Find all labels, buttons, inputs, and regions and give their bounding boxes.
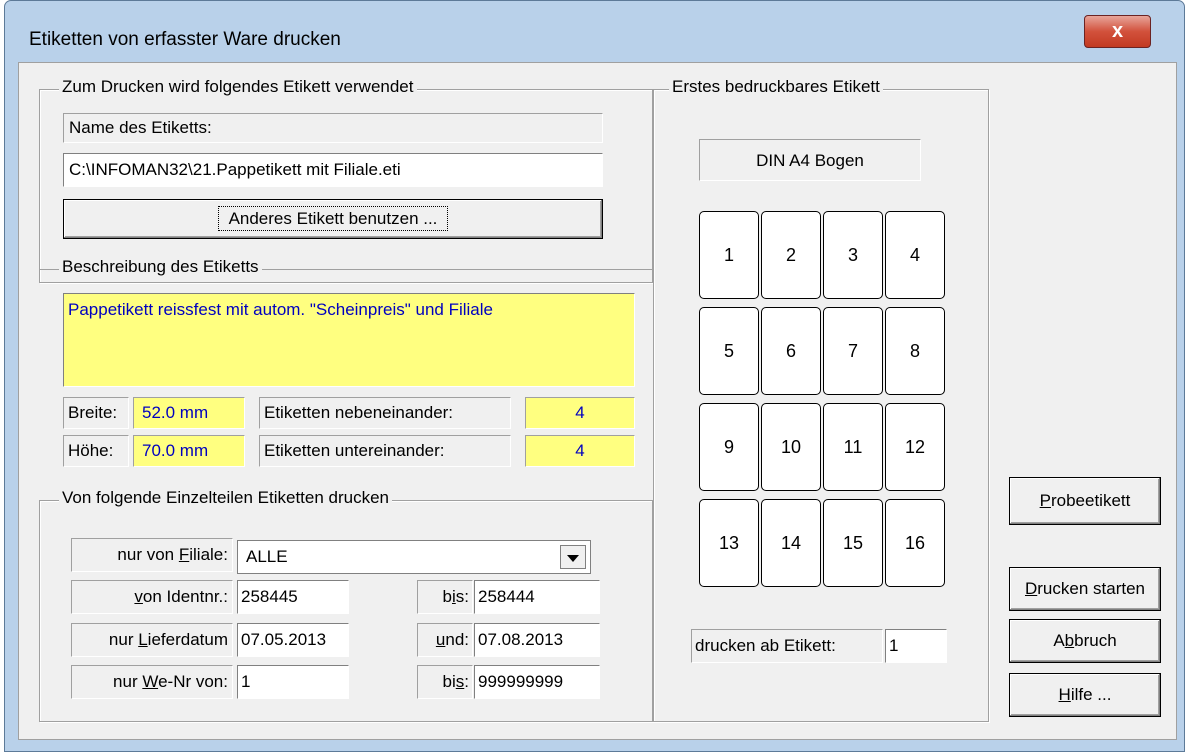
height-value: 70.0 mm (133, 435, 245, 467)
label-cell[interactable]: 16 (885, 499, 945, 587)
label-cell[interactable]: 6 (761, 307, 821, 395)
across-label: Etiketten nebeneinander: (259, 397, 511, 429)
label-cell[interactable]: 2 (761, 211, 821, 299)
label-name-caption: Name des Etiketts: (63, 113, 603, 143)
label-cell[interactable]: 7 (823, 307, 883, 395)
label-cell[interactable]: 14 (761, 499, 821, 587)
label-group-legend: Zum Drucken wird folgendes Etikett verwe… (59, 77, 417, 97)
print-button-label: Drucken starten (1024, 579, 1145, 598)
date-label: nur Lieferdatum (71, 623, 233, 657)
branch-select[interactable]: ALLE (237, 540, 591, 574)
change-label-button[interactable]: Anderes Etikett benutzen ... (63, 199, 603, 239)
date-and-label: und: (417, 623, 473, 657)
test-label-button-label: Probeetikett (1039, 491, 1131, 510)
id-label: von Identnr.: (71, 580, 233, 614)
close-icon: x (1111, 20, 1124, 42)
label-cell[interactable]: 1 (699, 211, 759, 299)
down-value: 4 (525, 435, 635, 467)
height-label: Höhe: (63, 435, 129, 467)
chevron-down-icon (567, 555, 579, 562)
width-value: 52.0 mm (133, 397, 245, 429)
print-button[interactable]: Drucken starten (1009, 567, 1161, 611)
label-name-field[interactable]: C:\INFOMAN32\21.Pappetikett mit Filiale.… (63, 153, 603, 187)
label-grid: 1 2 3 4 5 6 7 8 9 10 11 12 13 14 15 16 (699, 211, 947, 589)
close-button[interactable]: x (1084, 15, 1151, 48)
sheet-format: DIN A4 Bogen (699, 139, 921, 181)
label-cell[interactable]: 13 (699, 499, 759, 587)
window-title: Etiketten von erfasster Ware drucken (29, 29, 341, 50)
help-button[interactable]: Hilfe ... (1009, 673, 1161, 717)
sheet-group-legend: Erstes bedruckbares Etikett (669, 77, 883, 97)
cancel-button[interactable]: Abbruch (1009, 619, 1161, 663)
label-cell[interactable]: 15 (823, 499, 883, 587)
test-label-button[interactable]: Probeetikett (1009, 477, 1161, 525)
label-cell[interactable]: 3 (823, 211, 883, 299)
filter-group-legend: Von folgende Einzelteilen Etiketten druc… (59, 488, 393, 508)
branch-select-value: ALLE (246, 547, 288, 566)
label-cell[interactable]: 4 (885, 211, 945, 299)
across-value: 4 (525, 397, 635, 429)
we-to-label: bis: (417, 665, 473, 699)
description-group-legend: Beschreibung des Etiketts (59, 257, 262, 277)
label-cell[interactable]: 5 (699, 307, 759, 395)
change-label-button-label: Anderes Etikett benutzen ... (217, 206, 449, 231)
id-to-field[interactable]: 258444 (474, 580, 600, 614)
label-cell[interactable]: 12 (885, 403, 945, 491)
label-cell[interactable]: 9 (699, 403, 759, 491)
we-label: nur We-Nr von: (71, 665, 233, 699)
cancel-button-label: Abbruch (1053, 631, 1117, 650)
dropdown-arrow-button[interactable] (560, 545, 586, 569)
date-to-field[interactable]: 07.08.2013 (474, 623, 600, 657)
we-to-field[interactable]: 999999999 (474, 665, 600, 699)
dialog-client: Zum Drucken wird folgendes Etikett verwe… (18, 62, 1177, 740)
start-label: drucken ab Etikett: (691, 629, 883, 663)
branch-label: nur von Filiale: (71, 538, 233, 572)
id-to-label: bis: (417, 580, 473, 614)
date-from-field[interactable]: 07.05.2013 (237, 623, 349, 657)
label-cell[interactable]: 11 (823, 403, 883, 491)
we-from-field[interactable]: 1 (237, 665, 349, 699)
down-label: Etiketten untereinander: (259, 435, 511, 467)
label-cell[interactable]: 8 (885, 307, 945, 395)
label-cell[interactable]: 10 (761, 403, 821, 491)
description-text[interactable]: Pappetikett reissfest mit autom. "Schein… (63, 293, 635, 387)
width-label: Breite: (63, 397, 129, 429)
id-from-field[interactable]: 258445 (237, 580, 349, 614)
start-field[interactable]: 1 (885, 629, 947, 663)
help-button-label: Hilfe ... (1058, 685, 1112, 704)
dialog-window: Etiketten von erfasster Ware drucken x Z… (4, 0, 1185, 752)
